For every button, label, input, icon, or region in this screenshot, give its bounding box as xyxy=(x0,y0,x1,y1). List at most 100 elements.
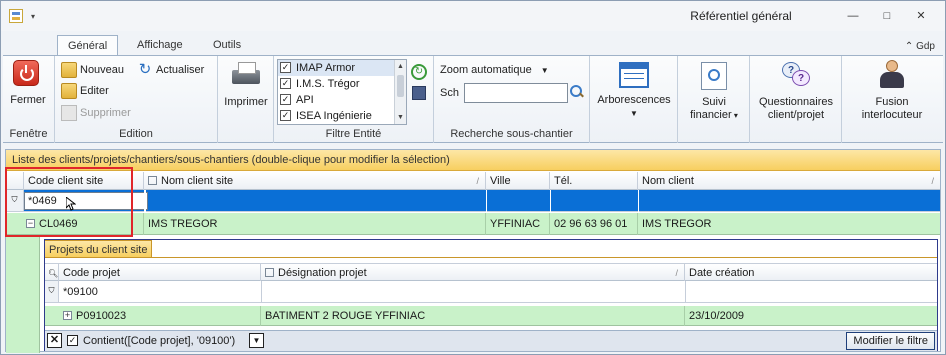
sch-search-input[interactable] xyxy=(464,83,568,103)
refresh-filter-icon[interactable]: ↻ xyxy=(411,64,427,80)
group-label-recherche: Recherche sous-chantier xyxy=(450,128,573,140)
col-header-nom-client-site[interactable]: Nom client site / xyxy=(144,172,486,190)
expand-icon[interactable]: + xyxy=(63,310,72,320)
collapse-icon[interactable]: − xyxy=(26,218,35,228)
list-scrollbar[interactable]: ▲ ▼ xyxy=(394,60,406,124)
window-title: Référentiel général xyxy=(690,9,792,23)
search-icon[interactable] xyxy=(570,85,584,99)
code-client-filter-input[interactable]: *0469 xyxy=(24,192,148,210)
mouse-cursor-icon xyxy=(66,197,76,211)
suivi-label-1: Suivi xyxy=(702,96,726,108)
fusion-interlocuteur-button[interactable]: Fusion interlocuteur xyxy=(846,60,938,122)
nouveau-label: Nouveau xyxy=(80,64,125,76)
cell-code-client[interactable]: − CL0469 xyxy=(6,213,144,235)
tab-general[interactable]: Général xyxy=(57,35,119,56)
zoom-label: Zoom automatique xyxy=(440,64,532,76)
tab-projets-client-site[interactable]: Projets du client site xyxy=(45,240,153,258)
group-label-fenetre: Fenêtre xyxy=(9,128,48,140)
zoom-dropdown[interactable]: Zoom automatique ▼ xyxy=(440,61,549,79)
search-icon: 🔍︎ xyxy=(48,269,59,278)
filter-row-icon: ⛉ xyxy=(6,190,24,211)
actualiser-button[interactable]: ↻ Actualiser xyxy=(137,61,205,79)
col-header-tel[interactable]: Tél. xyxy=(550,172,638,190)
filter-expression-text: Contient([Code projet], '09100') xyxy=(83,335,236,347)
col-header-date-creation[interactable]: Date création xyxy=(685,264,937,282)
cell-ville[interactable]: YFFINIAC xyxy=(486,213,550,235)
help-button[interactable]: ⌃ Gdp xyxy=(905,41,935,52)
checkbox-checked-icon[interactable]: ✓ xyxy=(280,93,291,105)
cell-nom-client-site[interactable]: IMS TREGOR xyxy=(144,213,486,235)
fermer-button[interactable]: Fermer xyxy=(9,60,47,107)
editer-label: Editer xyxy=(80,85,109,97)
filter-icon[interactable] xyxy=(148,175,157,185)
app-window: ▾ Référentiel général — □ ✕ Général Affi… xyxy=(0,0,946,355)
ribbon: Fermer Fenêtre Nouveau ↻ Actualiser Edite… xyxy=(3,55,943,143)
cell-code-projet[interactable]: + P0910023 xyxy=(45,306,261,326)
cell-nom-client[interactable]: IMS TREGOR xyxy=(638,213,940,235)
filter-expression: ✓ Contient([Code projet], '09100') xyxy=(67,334,235,349)
scroll-down-icon[interactable]: ▼ xyxy=(395,111,406,124)
questionnaires-label-1: Questionnaires xyxy=(759,96,833,108)
entity-item[interactable]: ✓ IMAP Armor xyxy=(278,60,406,76)
filter-icon[interactable] xyxy=(265,267,274,277)
filter-history-dropdown[interactable]: ▼ xyxy=(249,333,264,348)
refresh-icon: ↻ xyxy=(138,61,152,79)
clear-filter-button[interactable]: ✕ xyxy=(47,333,62,348)
grid-caption: Liste des clients/projets/chantiers/sous… xyxy=(6,150,940,171)
app-icon xyxy=(9,9,23,23)
nouveau-button[interactable]: Nouveau xyxy=(61,61,124,79)
supprimer-label: Supprimer xyxy=(80,107,131,119)
col-header-ville[interactable]: Ville xyxy=(486,172,550,190)
modify-filter-button[interactable]: Modifier le filtre xyxy=(846,332,935,350)
code-projet-filter-input[interactable]: *09100 xyxy=(63,284,98,300)
row-detail-indent xyxy=(6,235,40,353)
editer-button[interactable]: Editer xyxy=(61,82,109,100)
entity-item[interactable]: ✓ ISEA Ingénierie xyxy=(278,108,406,124)
col-header-nom-client[interactable]: Nom client / xyxy=(638,172,940,190)
delete-icon xyxy=(61,105,77,122)
arborescences-button[interactable]: Arborescences ▼ xyxy=(594,60,674,120)
edit-folder-icon xyxy=(61,83,77,100)
clients-grid-panel: Liste des clients/projets/chantiers/sous… xyxy=(5,149,941,353)
group-filtre-entite: ✓ IMAP Armor ✓ I.M.S. Trégor ✓ API ✓ ISEA In… xyxy=(274,56,434,143)
filter-enabled-checkbox[interactable]: ✓ xyxy=(67,334,78,346)
grid-filter-row: ⛉ *0469 xyxy=(6,190,940,212)
cell-tel[interactable]: 02 96 63 96 01 xyxy=(550,213,638,235)
sch-label: Sch xyxy=(440,87,459,99)
entity-filter-list[interactable]: ✓ IMAP Armor ✓ I.M.S. Trégor ✓ API ✓ ISEA In… xyxy=(277,59,407,125)
table-row[interactable]: + P0910023 BATIMENT 2 ROUGE YFFINIAC 23/1… xyxy=(45,306,937,326)
col-header-code-projet[interactable]: Code projet xyxy=(59,264,261,282)
group-label-filtre: Filtre Entité xyxy=(325,128,382,140)
scroll-thumb[interactable] xyxy=(397,75,404,97)
save-icon[interactable] xyxy=(412,86,426,100)
questionnaires-button[interactable]: ? ? Questionnaires client/projet xyxy=(754,60,838,122)
cell-date-creation[interactable]: 23/10/2009 xyxy=(685,306,937,326)
ribbon-tabs: Général Affichage Outils ⌃ Gdp xyxy=(1,31,945,56)
header-indicator xyxy=(6,172,24,190)
tab-affichage[interactable]: Affichage xyxy=(127,35,193,56)
group-label-edition: Edition xyxy=(119,128,153,140)
imprimer-button[interactable]: Imprimer xyxy=(222,60,270,109)
minimize-button[interactable]: — xyxy=(841,7,865,25)
scroll-up-icon[interactable]: ▲ xyxy=(395,60,406,73)
checkbox-checked-icon[interactable]: ✓ xyxy=(280,77,291,89)
imprimer-label: Imprimer xyxy=(224,96,268,108)
col-header-designation-projet[interactable]: Désignation projet / xyxy=(261,264,685,282)
filter-status-bar: ✕ ✓ Contient([Code projet], '09100') ▼ Mo… xyxy=(45,330,937,351)
maximize-button[interactable]: □ xyxy=(875,7,899,25)
close-window-button[interactable]: ✕ xyxy=(909,7,933,25)
col-header-code-client-site[interactable]: Code client site xyxy=(24,172,144,190)
fusion-label-1: Fusion xyxy=(875,96,909,108)
supprimer-button[interactable]: Supprimer xyxy=(61,104,131,122)
entity-item[interactable]: ✓ I.M.S. Trégor xyxy=(278,76,406,92)
checkbox-checked-icon[interactable]: ✓ xyxy=(280,61,291,73)
quick-access-menu-icon[interactable]: ▾ xyxy=(31,12,35,21)
entity-item[interactable]: ✓ API xyxy=(278,92,406,108)
tab-outils[interactable]: Outils xyxy=(203,35,251,56)
suivi-financier-button[interactable]: Suivi financier ▾ xyxy=(682,60,746,122)
table-row[interactable]: − CL0469 IMS TREGOR YFFINIAC 02 96 63 96 … xyxy=(6,213,940,235)
cell-designation-projet[interactable]: BATIMENT 2 ROUGE YFFINIAC xyxy=(261,306,685,326)
group-fusion: Fusion interlocuteur xyxy=(842,56,942,143)
checkbox-checked-icon[interactable]: ✓ xyxy=(280,109,291,121)
filter-row-icon: ⛉ xyxy=(45,281,59,302)
